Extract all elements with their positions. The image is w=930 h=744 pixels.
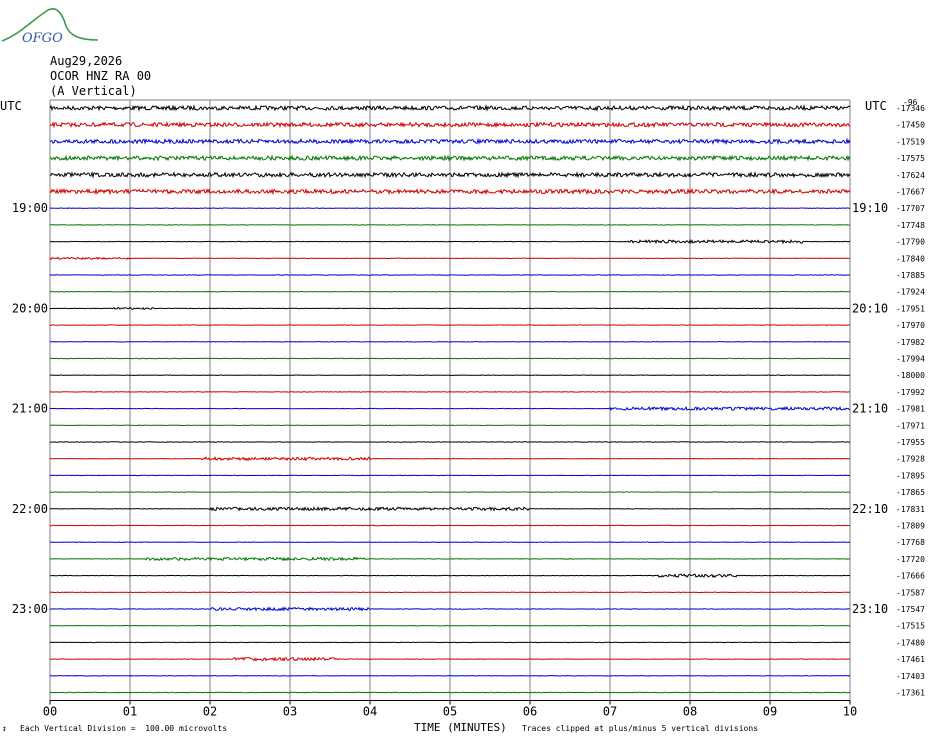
offset-label: -17720 [896,555,925,564]
time-label-right: 19:10 [852,201,888,215]
x-axis-title: TIME (MINUTES) [414,721,507,734]
time-label-right: 20:10 [852,301,888,315]
offset-label: -17895 [896,471,925,480]
offset-label: -17461 [896,655,925,664]
offset-label: -17885 [896,271,925,280]
offset-unit-label: -96 [903,98,918,107]
offset-label: -17666 [896,572,925,581]
x-tick-label: 06 [523,705,537,719]
trace-offset-labels: -17346-17450-17519-17575-17624-17667-177… [896,104,925,698]
offset-label: -17450 [896,121,925,130]
x-axis-ticks: 00 01 02 03 04 05 06 07 08 09 10 [43,700,857,719]
offset-label: -17519 [896,137,925,146]
time-label-left: 20:00 [12,301,48,315]
offset-label: -18000 [896,371,925,380]
offset-label: -17624 [896,171,925,180]
x-tick-label: 10 [843,705,857,719]
offset-label: -17515 [896,622,925,631]
helicorder-plot: 00 01 02 03 04 05 06 07 08 09 10 19:00 20:00 21:00 22… [12,99,925,719]
observatory-logo: OFGO [1,8,99,46]
vertical-grid [49,99,851,701]
x-tick-label: 07 [603,705,617,719]
x-tick-label: 01 [123,705,137,719]
x-tick-label: 08 [683,705,697,719]
offset-label: -17970 [896,321,925,330]
offset-label: -17928 [896,455,925,464]
offset-label: -17831 [896,505,925,514]
x-tick-label: 00 [43,705,57,719]
offset-label: -17992 [896,388,925,397]
x-tick-label: 03 [283,705,297,719]
x-tick-label: 05 [443,705,457,719]
offset-label: -17403 [896,672,925,681]
offset-label: -17707 [896,204,925,213]
offset-label: -17748 [896,221,925,230]
offset-label: -17994 [896,355,925,364]
offset-label: -17982 [896,338,925,347]
time-label-left: 23:00 [12,602,48,616]
clip-note: Traces clipped at plus/minus 5 vertical … [522,724,759,733]
station-code: OCOR HNZ RA 00 [50,69,152,83]
time-label-left: 21:00 [12,402,48,416]
scale-marker: ↕ [2,724,7,733]
utc-label-right: UTC [865,99,887,113]
x-tick-label: 04 [363,705,377,719]
offset-label: -17480 [896,638,925,647]
offset-label: -17981 [896,405,925,414]
offset-label: -17790 [896,238,925,247]
utc-label-left: UTC [0,99,22,113]
offset-label: -17667 [896,188,925,197]
x-tick-label: 02 [203,705,217,719]
time-label-right: 22:10 [852,502,888,516]
x-tick-label: 09 [763,705,777,719]
plot-date: Aug29,2026 [50,54,123,68]
offset-label: -17361 [896,689,925,698]
offset-label: -17809 [896,522,925,531]
time-label-left: 19:00 [12,201,48,215]
offset-label: -17971 [896,421,925,430]
offset-label: -17575 [896,154,925,163]
division-note: Each Vertical Division = 100.00 microvol… [20,724,228,733]
offset-label: -17840 [896,254,925,263]
offset-label: -17955 [896,438,925,447]
time-label-right: 21:10 [852,402,888,416]
offset-label: -17587 [896,588,925,597]
offset-label: -17924 [896,288,925,297]
offset-label: -17547 [896,605,925,614]
time-label-right: 23:10 [852,602,888,616]
logo-text: OFGO [22,31,63,46]
component-label: (A Vertical) [50,84,137,98]
offset-label: -17865 [896,488,925,497]
time-label-left: 22:00 [12,502,48,516]
offset-label: -17951 [896,304,925,313]
offset-label: -17768 [896,538,925,547]
